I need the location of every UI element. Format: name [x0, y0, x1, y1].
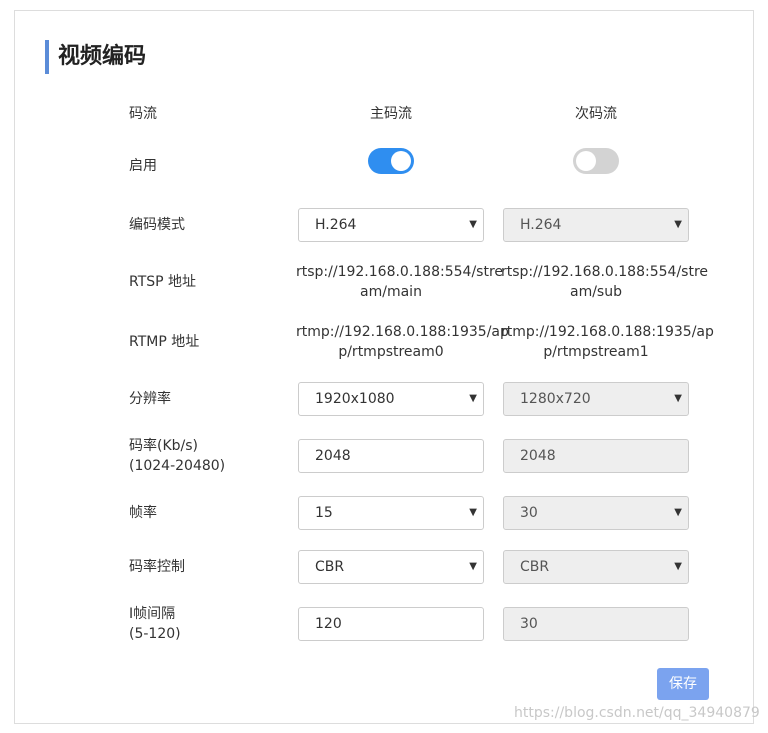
- select-value: 30: [520, 505, 538, 521]
- select-value: CBR: [315, 559, 345, 575]
- address-line: am/main: [360, 284, 422, 300]
- caret-down-icon: ▼: [674, 561, 682, 572]
- main-rate-control-select[interactable]: CBR ▼: [298, 550, 484, 584]
- resolution-label: 分辨率: [129, 391, 171, 407]
- caret-down-icon: ▼: [469, 507, 477, 518]
- sub-rtmp-address: rtmp://192.168.0.188:1935/ap p/rtmpstrea…: [501, 322, 714, 362]
- sub-rate-control-select[interactable]: CBR ▼: [503, 550, 689, 584]
- caret-down-icon: ▼: [469, 561, 477, 572]
- address-line: rtsp://192.168.0.188:554/stre: [501, 264, 708, 280]
- address-line: am/sub: [570, 284, 622, 300]
- select-value: 15: [315, 505, 333, 521]
- main-encode-mode-select[interactable]: H.264 ▼: [298, 208, 484, 242]
- main-resolution-select[interactable]: 1920x1080 ▼: [298, 382, 484, 416]
- select-value: H.264: [315, 217, 357, 233]
- rtmp-address-label: RTMP 地址: [129, 334, 200, 350]
- bitrate-range-line: (1024-20480): [129, 458, 226, 474]
- sub-stream-header: 次码流: [575, 106, 617, 122]
- sub-rtsp-address: rtsp://192.168.0.188:554/stre am/sub: [501, 262, 708, 302]
- encode-mode-label: 编码模式: [129, 217, 185, 233]
- caret-down-icon: ▼: [469, 393, 477, 404]
- caret-down-icon: ▼: [674, 219, 682, 230]
- caret-down-icon: ▼: [674, 507, 682, 518]
- rtsp-address-label: RTSP 地址: [129, 274, 197, 290]
- sub-stream-enable-toggle[interactable]: [573, 148, 619, 174]
- iframe-label-line: I帧间隔: [129, 606, 176, 622]
- main-rtsp-address: rtsp://192.168.0.188:554/stre am/main: [296, 262, 503, 302]
- address-line: rtsp://192.168.0.188:554/stre: [296, 264, 503, 280]
- sub-bitrate-input[interactable]: 2048: [503, 439, 689, 473]
- input-value: 120: [315, 616, 342, 632]
- framerate-label: 帧率: [129, 505, 157, 521]
- sub-encode-mode-select[interactable]: H.264 ▼: [503, 208, 689, 242]
- address-line: p/rtmpstream1: [543, 344, 649, 360]
- input-value: 30: [520, 616, 538, 632]
- iframe-interval-label: I帧间隔 (5-120): [129, 604, 181, 644]
- main-stream-enable-toggle[interactable]: [368, 148, 414, 174]
- address-line: p/rtmpstream0: [338, 344, 444, 360]
- bitrate-label: 码率(Kb/s) (1024-20480): [129, 436, 225, 476]
- bitrate-label-line: 码率(Kb/s): [129, 438, 199, 454]
- address-line: rtmp://192.168.0.188:1935/ap: [501, 324, 714, 340]
- sub-framerate-select[interactable]: 30 ▼: [503, 496, 689, 530]
- select-value: 1920x1080: [315, 391, 395, 407]
- iframe-range-line: (5-120): [129, 626, 181, 642]
- sub-resolution-select[interactable]: 1280x720 ▼: [503, 382, 689, 416]
- caret-down-icon: ▼: [674, 393, 682, 404]
- toggle-knob: [391, 151, 411, 171]
- page-title: 视频编码: [58, 44, 147, 69]
- rate-control-label: 码率控制: [129, 559, 185, 575]
- watermark: https://blog.csdn.net/qq_34940879: [514, 705, 760, 721]
- main-stream-header: 主码流: [370, 106, 412, 122]
- main-framerate-select[interactable]: 15 ▼: [298, 496, 484, 530]
- sub-iframe-interval-input[interactable]: 30: [503, 607, 689, 641]
- select-value: CBR: [520, 559, 550, 575]
- stream-column-label: 码流: [129, 106, 157, 122]
- input-value: 2048: [520, 448, 556, 464]
- toggle-knob: [576, 151, 596, 171]
- enable-label: 启用: [129, 158, 157, 174]
- select-value: H.264: [520, 217, 562, 233]
- address-line: rtmp://192.168.0.188:1935/ap: [296, 324, 509, 340]
- title-accent-bar: [45, 40, 49, 74]
- main-iframe-interval-input[interactable]: 120: [298, 607, 484, 641]
- save-button[interactable]: 保存: [657, 668, 709, 700]
- main-bitrate-input[interactable]: 2048: [298, 439, 484, 473]
- select-value: 1280x720: [520, 391, 591, 407]
- input-value: 2048: [315, 448, 351, 464]
- caret-down-icon: ▼: [469, 219, 477, 230]
- main-rtmp-address: rtmp://192.168.0.188:1935/ap p/rtmpstrea…: [296, 322, 509, 362]
